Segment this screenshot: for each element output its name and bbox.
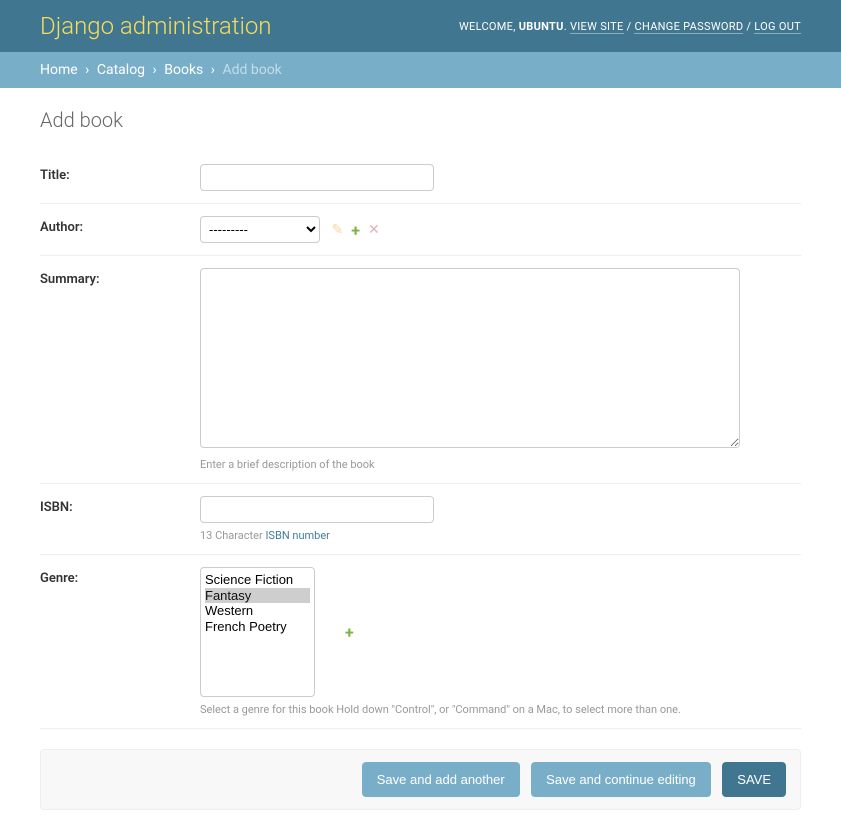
summary-help: Enter a brief description of the book (200, 458, 801, 471)
site-title: Django administration (40, 12, 272, 40)
pencil-icon: ✎ (331, 222, 343, 238)
content: Add book Title: Author: --------- ✎ + ✕ (0, 88, 841, 830)
field-row-genre: Genre: Science FictionFantasyWesternFren… (40, 555, 801, 729)
user-tools: WELCOME, UBUNTU. VIEW SITE / CHANGE PASS… (459, 20, 801, 33)
breadcrumb-books[interactable]: Books (164, 62, 203, 78)
title-label: Title: (40, 164, 200, 183)
genre-option[interactable]: Fantasy (205, 588, 310, 604)
breadcrumb-current: Add book (222, 62, 281, 78)
author-select[interactable]: --------- (200, 216, 320, 243)
welcome-text: WELCOME, (459, 20, 516, 33)
separator: / (627, 20, 632, 33)
isbn-help-link[interactable]: ISBN number (265, 529, 329, 542)
view-site-link[interactable]: VIEW SITE (570, 20, 624, 34)
change-password-link[interactable]: CHANGE PASSWORD (634, 20, 743, 34)
breadcrumb: Home › Catalog › Books › Add book (0, 52, 841, 88)
plus-icon[interactable]: + (351, 221, 360, 240)
isbn-label: ISBN: (40, 496, 200, 515)
separator: / (746, 20, 751, 33)
isbn-help-prefix: 13 Character (200, 529, 265, 542)
username: UBUNTU (519, 20, 564, 33)
genre-label: Genre: (40, 567, 200, 586)
field-row-author: Author: --------- ✎ + ✕ (40, 204, 801, 256)
genre-select[interactable]: Science FictionFantasyWesternFrench Poet… (200, 567, 315, 697)
summary-textarea[interactable] (200, 268, 740, 448)
breadcrumb-home[interactable]: Home (40, 62, 78, 78)
header: Django administration WELCOME, UBUNTU. V… (0, 0, 841, 52)
breadcrumb-catalog[interactable]: Catalog (97, 62, 145, 78)
plus-icon[interactable]: + (345, 623, 354, 642)
breadcrumb-sep: › (85, 62, 89, 78)
close-icon: ✕ (368, 222, 380, 238)
genre-option[interactable]: French Poetry (205, 619, 310, 635)
author-related-widgets: ✎ + ✕ (331, 221, 379, 240)
isbn-help: 13 Character ISBN number (200, 529, 801, 542)
breadcrumb-sep: › (153, 62, 157, 78)
field-row-summary: Summary: Enter a brief description of th… (40, 256, 801, 484)
breadcrumb-sep: › (211, 62, 215, 78)
author-label: Author: (40, 216, 200, 235)
field-row-isbn: ISBN: 13 Character ISBN number (40, 484, 801, 555)
title-input[interactable] (200, 164, 434, 191)
field-row-title: Title: (40, 152, 801, 204)
genre-help: Select a genre for this book Hold down "… (200, 703, 801, 716)
page-title: Add book (40, 108, 801, 132)
genre-option[interactable]: Western (205, 603, 310, 619)
isbn-input[interactable] (200, 496, 434, 523)
genre-option[interactable]: Science Fiction (205, 572, 310, 588)
branding: Django administration (40, 12, 272, 40)
add-book-form: Title: Author: --------- ✎ + ✕ Summary: (40, 152, 801, 810)
summary-label: Summary: (40, 268, 200, 287)
logout-link[interactable]: LOG OUT (754, 20, 801, 34)
